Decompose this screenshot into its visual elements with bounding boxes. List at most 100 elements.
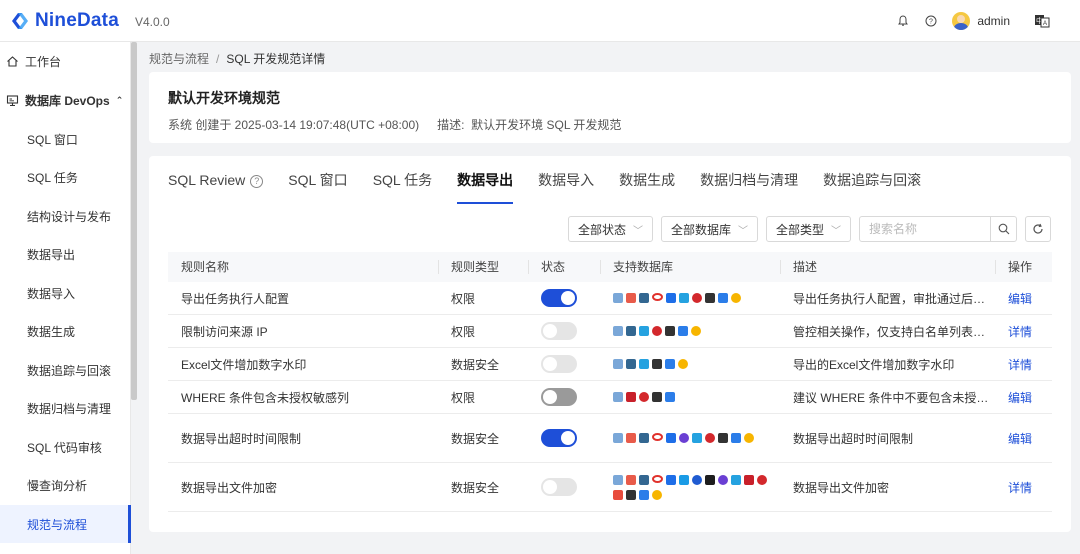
sidebar-item-slow-query[interactable]: 慢查询分析 [0, 466, 131, 504]
status-toggle[interactable] [541, 355, 577, 373]
search-input[interactable] [869, 222, 989, 236]
clickhouse-icon [731, 293, 741, 303]
polardb-icon [639, 359, 649, 369]
type-filter-select[interactable]: 全部类型 ﹀ [765, 216, 851, 242]
search-button[interactable] [990, 217, 1016, 241]
username[interactable]: admin [977, 14, 1010, 28]
status-filter-select[interactable]: 全部状态 ﹀ [567, 216, 653, 242]
sidebar-item-label: 工作台 [25, 54, 62, 69]
table-row: 数据导出文件加密 数据安全 数据导出文件加密 详情 [168, 463, 1052, 512]
detail-link[interactable]: 详情 [995, 356, 1052, 373]
oceanbase-icon [652, 392, 662, 402]
tab-label: 数据生成 [619, 172, 676, 188]
rule-type: 权限 [451, 390, 476, 405]
column-header: 描述 [780, 252, 995, 282]
sidebar-group-devops[interactable]: 数据库 DevOps ⌃ [0, 81, 131, 119]
sqlite-icon [613, 489, 623, 500]
detail-link[interactable]: 详情 [995, 479, 1052, 496]
postgresql-icon [639, 433, 649, 443]
spec-info-card: 默认开发环境规范 系统 创建于 2025-03-14 19:07:48(UTC … [149, 72, 1071, 143]
breadcrumb-current: SQL 开发规范详情 [226, 52, 326, 66]
sidebar-item-data-import[interactable]: 数据导入 [0, 274, 131, 312]
spec-created: 系统 创建于 2025-03-14 19:07:48(UTC +08:00) [168, 118, 420, 132]
rule-description: 建议 WHERE 条件中不要包含未授权敏… [793, 390, 995, 405]
detail-link[interactable]: 详情 [995, 323, 1052, 340]
tidb-icon [665, 359, 675, 369]
status-toggle[interactable] [541, 429, 577, 447]
bell-icon[interactable] [896, 14, 910, 28]
filter-bar: 全部状态 ﹀ 全部数据库 ﹀ 全部类型 ﹀ [567, 216, 1051, 242]
sidebar-item-sql-audit[interactable]: SQL 代码审核 [0, 428, 131, 466]
sidebar-item-schema-design[interactable]: 结构设计与发布 [0, 197, 131, 235]
starrocks-icon [692, 474, 702, 485]
language-switch-icon[interactable]: 中A [1034, 13, 1050, 29]
oracle-icon [652, 293, 663, 301]
postgresql-icon [626, 326, 636, 336]
mysql-icon [613, 392, 623, 402]
breadcrumb-parent[interactable]: 规范与流程 [149, 52, 209, 66]
edit-link[interactable]: 编辑 [995, 430, 1052, 447]
redis-icon [692, 293, 702, 303]
select-value: 全部数据库 [670, 222, 731, 237]
mysql-icon [613, 359, 623, 369]
column-header: 规则类型 [438, 252, 528, 282]
rule-type: 权限 [451, 291, 476, 306]
sidebar-item-data-export[interactable]: 数据导出 [0, 235, 131, 273]
oceanbase-icon [705, 293, 715, 303]
tab-label: 数据导出 [457, 172, 514, 188]
edit-link[interactable]: 编辑 [995, 389, 1052, 406]
dm-icon [705, 474, 715, 485]
oceanbase-icon [718, 433, 728, 443]
polardb-icon [731, 474, 741, 485]
status-toggle[interactable] [541, 388, 577, 406]
search-icon [998, 223, 1009, 235]
sidebar-item-spec-process[interactable]: 规范与流程 [0, 505, 131, 543]
tidb-icon [718, 293, 728, 303]
app-name: NineData [35, 9, 119, 31]
table-row: WHERE 条件包含未授权敏感列 权限 建议 WHERE 条件中不要包含未授权敏… [168, 381, 1052, 414]
mysql-icon [613, 293, 623, 303]
tab-data-archive[interactable]: 数据归档与清理 [700, 156, 798, 204]
tab-data-import[interactable]: 数据导入 [538, 156, 594, 204]
sidebar-item-label: 结构设计与发布 [27, 209, 112, 224]
tab-data-export[interactable]: 数据导出 [457, 156, 514, 204]
rule-name: 数据导出超时时间限制 [181, 431, 302, 446]
rule-name: WHERE 条件包含未授权敏感列 [181, 390, 350, 405]
status-toggle[interactable] [541, 289, 577, 307]
tab-sql-task[interactable]: SQL 任务 [373, 156, 432, 204]
sidebar-item-sql-task[interactable]: SQL 任务 [0, 158, 131, 196]
tab-data-tracking[interactable]: 数据追踪与回滚 [823, 156, 921, 204]
sidebar: 工作台 数据库 DevOps ⌃ SQL 窗口 SQL 任务 结构设计与发布 数… [0, 42, 131, 554]
edit-link[interactable]: 编辑 [995, 290, 1052, 307]
database-filter-select[interactable]: 全部数据库 ﹀ [660, 216, 758, 242]
help-icon[interactable]: ? [924, 14, 938, 28]
sidebar-item-label: SQL 任务 [27, 170, 78, 185]
rule-type: 权限 [451, 324, 476, 339]
tab-sql-review[interactable]: SQL Review? [168, 156, 264, 204]
doris-icon [679, 474, 689, 485]
polardb-icon [692, 433, 702, 443]
tidb-icon [678, 326, 688, 336]
sidebar-item-data-archive[interactable]: 数据归档与清理 [0, 389, 131, 427]
tab-sql-window[interactable]: SQL 窗口 [288, 156, 347, 204]
sidebar-item-data-tracking[interactable]: 数据追踪与回滚 [0, 351, 131, 389]
avatar[interactable] [952, 12, 971, 30]
status-toggle[interactable] [541, 322, 577, 340]
help-icon[interactable]: ? [250, 175, 264, 188]
ninedata-logo[interactable]: NineData [9, 10, 119, 32]
refresh-button[interactable] [1025, 216, 1051, 242]
tab-data-generate[interactable]: 数据生成 [619, 156, 675, 204]
top-bar: NineData V4.0.0 ? admin 中A [0, 0, 1080, 42]
sidebar-scrollbar[interactable] [131, 42, 137, 400]
sidebar-item-workbench[interactable]: 工作台 [0, 42, 131, 80]
column-header: 操作 [995, 252, 1052, 282]
spec-meta: 系统 创建于 2025-03-14 19:07:48(UTC +08:00) 描述… [168, 116, 621, 133]
sidebar-item-data-generate[interactable]: 数据生成 [0, 312, 131, 350]
rule-description: 数据导出文件加密 [793, 480, 890, 495]
sidebar-item-sql-window[interactable]: SQL 窗口 [0, 120, 131, 158]
home-icon [5, 54, 19, 68]
app-version: V4.0.0 [134, 15, 170, 29]
status-toggle[interactable] [541, 478, 577, 496]
postgresql-icon [626, 359, 636, 369]
sqlserver-icon [666, 474, 676, 485]
